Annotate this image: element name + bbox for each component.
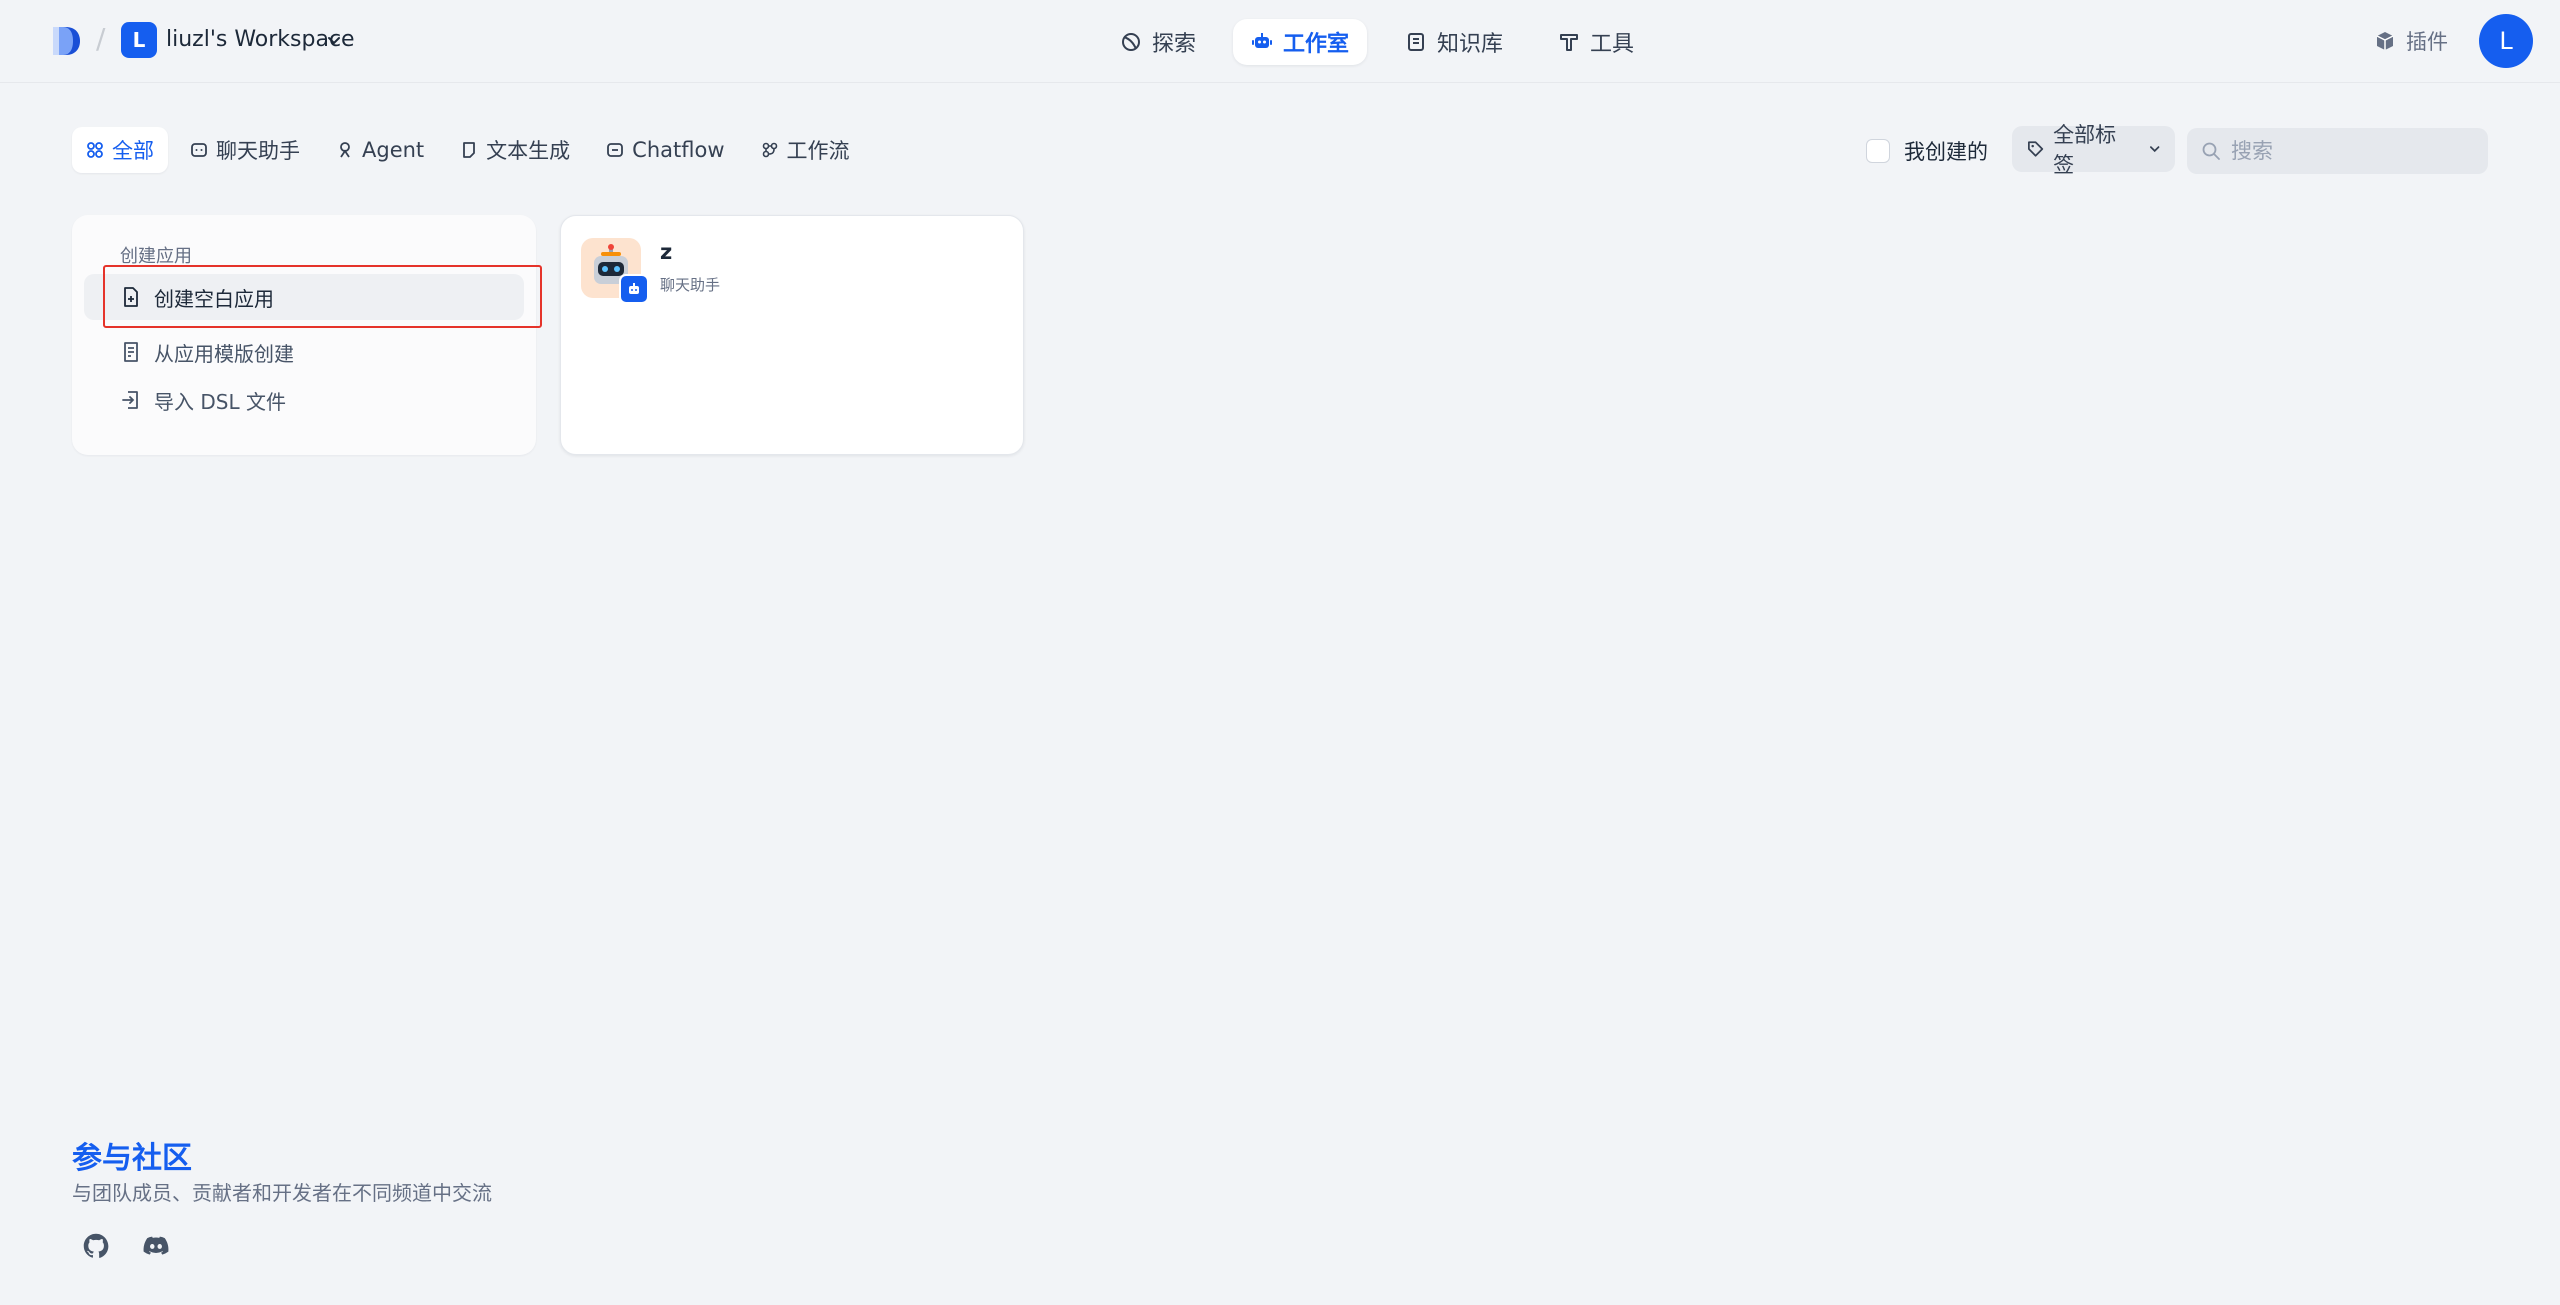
file-plus-icon: [124, 287, 138, 307]
created-by-me-checkbox[interactable]: [1866, 139, 1890, 163]
create-blank-app-label: 创建空白应用: [154, 286, 274, 311]
github-icon: [83, 1233, 109, 1258]
tab-chatflow-label: Chatflow: [632, 138, 725, 162]
github-link[interactable]: [79, 1229, 113, 1263]
user-avatar[interactable]: L: [2479, 14, 2533, 68]
top-navigation-bar: / L liuzl's Workspace 探索 工作室 知识库 工具 插件 L: [0, 0, 2560, 83]
app-card[interactable]: z 聊天助手: [560, 215, 1024, 455]
app-name: z: [660, 240, 673, 264]
nav-studio[interactable]: 工作室: [1233, 19, 1368, 65]
create-from-template-label: 从应用模版创建: [154, 341, 294, 366]
tag-icon: [2028, 141, 2044, 157]
created-by-me-label: 我创建的: [1904, 140, 1988, 164]
breadcrumb-separator: /: [96, 22, 106, 55]
plugin-label: 插件: [2406, 30, 2448, 54]
chat-bubble-icon: [191, 143, 207, 157]
tag-filter-dropdown[interactable]: 全部标签: [2012, 123, 2175, 177]
create-app-card: 创建应用 创建空白应用 从应用模版创建 导入 DSL 文件: [72, 215, 536, 455]
nav-knowledge-label: 知识库: [1437, 32, 1504, 57]
plugin-button[interactable]: 插件: [2374, 26, 2448, 56]
tag-filter-label: 全部标签: [2053, 123, 2117, 177]
discord-link[interactable]: [139, 1229, 173, 1263]
tab-agent-label: Agent: [362, 138, 425, 162]
nav-studio-label: 工作室: [1283, 32, 1350, 57]
tab-workflow[interactable]: 工作流: [747, 127, 864, 173]
agent-icon: [340, 142, 350, 158]
tab-all-label: 全部: [112, 139, 154, 163]
tab-agent[interactable]: Agent: [322, 127, 438, 173]
app-type-tabs: 全部 聊天助手 Agent 文本生成 Chatflow 工作流: [72, 127, 864, 173]
chat-badge-icon: [619, 274, 649, 304]
nav-tools-label: 工具: [1590, 32, 1635, 57]
search-box[interactable]: [2187, 128, 2488, 174]
create-from-template-button[interactable]: 从应用模版创建: [84, 329, 524, 375]
search-icon: [2202, 142, 2220, 160]
workflow-icon: [762, 142, 777, 158]
chevron-down-icon[interactable]: [326, 32, 342, 48]
chevron-down-icon: [2149, 146, 2159, 153]
nav-tools[interactable]: 工具: [1540, 19, 1652, 65]
import-dsl-button[interactable]: 导入 DSL 文件: [84, 377, 524, 423]
tab-chatflow[interactable]: Chatflow: [592, 127, 738, 173]
discord-icon: [143, 1236, 169, 1255]
community-subtitle: 与团队成员、贡献者和开发者在不同频道中交流: [72, 1181, 492, 1205]
template-icon: [124, 342, 138, 362]
document-icon: [463, 142, 476, 158]
app-type: 聊天助手: [660, 276, 721, 294]
chatflow-icon: [607, 143, 624, 157]
nav-explore[interactable]: 探索: [1102, 19, 1214, 65]
cube-icon: [2376, 32, 2394, 50]
grid-icon: [87, 142, 103, 158]
dify-logo-icon[interactable]: [49, 24, 83, 58]
import-dsl-label: 导入 DSL 文件: [154, 389, 286, 414]
create-blank-app-button[interactable]: 创建空白应用: [84, 274, 524, 320]
import-icon: [122, 391, 138, 409]
tab-text-generation[interactable]: 文本生成: [446, 127, 584, 173]
community-title: 参与社区: [72, 1141, 192, 1176]
tab-workflow-label: 工作流: [786, 139, 850, 163]
hammer-icon: [1560, 34, 1578, 51]
tab-chat-assistant[interactable]: 聊天助手: [176, 127, 314, 173]
nav-explore-label: 探索: [1152, 32, 1197, 57]
created-by-me-filter[interactable]: 我创建的: [1866, 136, 1988, 166]
workspace-badge[interactable]: L: [121, 22, 157, 58]
tab-all[interactable]: 全部: [72, 127, 168, 173]
tab-text-generation-label: 文本生成: [486, 139, 571, 163]
search-input[interactable]: [2229, 138, 2473, 164]
robot-icon: [1252, 33, 1272, 48]
nav-knowledge[interactable]: 知识库: [1387, 19, 1521, 65]
tab-chat-assistant-label: 聊天助手: [216, 139, 300, 163]
explore-icon: [1122, 33, 1140, 51]
create-app-title: 创建应用: [120, 246, 192, 267]
book-icon: [1408, 33, 1424, 51]
